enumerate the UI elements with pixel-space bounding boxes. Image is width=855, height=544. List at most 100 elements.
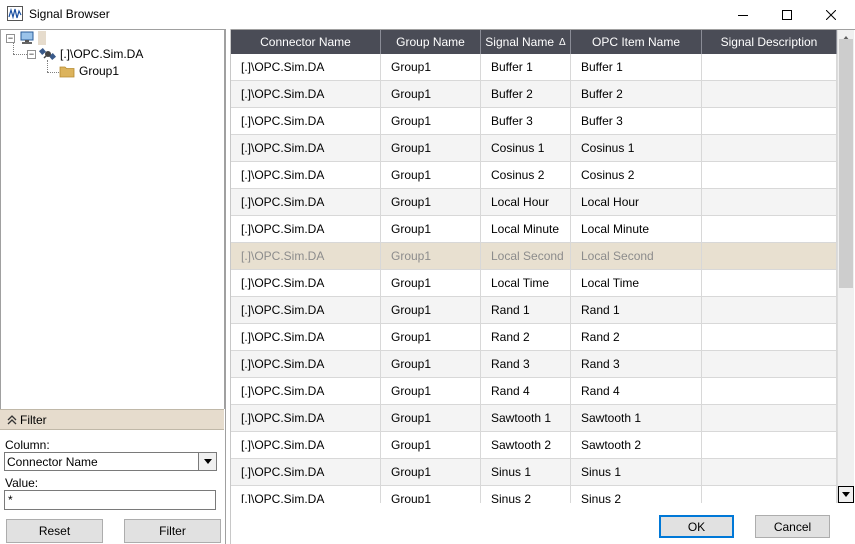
value-label: Value: [5,476,39,490]
table-row[interactable]: [.]\OPC.Sim.DA Group1 Buffer 1 Buffer 1 [231,54,837,81]
chevron-down-icon [203,459,212,464]
column-select-value: Connector Name [7,454,98,469]
table-cell: [.]\OPC.Sim.DA [231,432,381,459]
table-cell: Rand 1 [571,297,702,324]
table-cell: Local Second [571,243,702,270]
table-cell: Local Time [481,270,571,297]
table-cell: Rand 2 [571,324,702,351]
tree-collapse-connector[interactable]: − [27,50,36,59]
table-cell: Group1 [381,324,481,351]
table-cell: Cosinus 2 [481,162,571,189]
table-cell: [.]\OPC.Sim.DA [231,405,381,432]
column-header-opc-item-name[interactable]: OPC Item Name [571,30,702,54]
table-row[interactable]: [.]\OPC.Sim.DA Group1 Sawtooth 1 Sawtooth 1 [231,405,837,432]
table-cell: [.]\OPC.Sim.DA [231,459,381,486]
table-row[interactable]: [.]\OPC.Sim.DA Group1 Sinus 1 Sinus 1 [231,459,837,486]
column-header-signal-description[interactable]: Signal Description [702,30,837,54]
table-cell [702,270,837,297]
table-cell: Sinus 2 [571,486,702,503]
table-cell: Group1 [381,270,481,297]
reset-button[interactable]: Reset [6,519,103,543]
table-cell: [.]\OPC.Sim.DA [231,162,381,189]
filter-header-label: Filter [20,412,47,427]
table-cell: Sinus 2 [481,486,571,503]
table-cell [702,351,837,378]
table-cell: [.]\OPC.Sim.DA [231,81,381,108]
table-cell: [.]\OPC.Sim.DA [231,378,381,405]
vertical-scrollbar[interactable] [837,30,854,503]
tree-collapse-root[interactable]: − [6,34,15,43]
minimize-icon [738,14,748,16]
maximize-button[interactable] [764,0,810,29]
table-cell: Sawtooth 2 [481,432,571,459]
table-cell: Buffer 1 [481,54,571,81]
table-row[interactable]: [.]\OPC.Sim.DA Group1 Local Minute Local Mi… [231,216,837,243]
table-cell [702,135,837,162]
table-cell [702,297,837,324]
table-cell: Group1 [381,351,481,378]
filter-panel-header[interactable]: Filter [0,409,224,430]
table-row[interactable]: [.]\OPC.Sim.DA Group1 Sinus 2 Sinus 2 [231,486,837,503]
table-row[interactable]: [.]\OPC.Sim.DA Group1 Sawtooth 2 Sawtooth 2 [231,432,837,459]
signal-grid[interactable]: Connector Name Group Name Signal Name Δ … [231,29,855,503]
maximize-icon [782,9,792,20]
table-cell: Cosinus 1 [571,135,702,162]
table-row[interactable]: [.]\OPC.Sim.DA Group1 Buffer 2 Buffer 2 [231,81,837,108]
value-input[interactable]: * [4,490,216,510]
column-header-connector-name[interactable]: Connector Name [231,30,381,54]
table-row[interactable]: [.]\OPC.Sim.DA Group1 Rand 4 Rand 4 [231,378,837,405]
table-cell: Rand 2 [481,324,571,351]
table-row[interactable]: [.]\OPC.Sim.DA Group1 Cosinus 1 Cosinus 1 [231,135,837,162]
table-cell: Group1 [381,297,481,324]
close-button[interactable] [808,0,854,29]
tree-item-connector[interactable]: [.]\OPC.Sim.DA [60,46,143,62]
column-select[interactable]: Connector Name [4,452,217,471]
table-row[interactable]: [.]\OPC.Sim.DA Group1 Rand 2 Rand 2 [231,324,837,351]
table-cell [702,108,837,135]
scrollbar-thumb[interactable] [839,39,853,288]
table-cell: Rand 4 [481,378,571,405]
selection-highlight [38,31,46,45]
table-row[interactable]: [.]\OPC.Sim.DA Group1 Local Hour Local Hour [231,189,837,216]
table-cell: Group1 [381,189,481,216]
cancel-button[interactable]: Cancel [755,515,830,538]
column-header-signal-name[interactable]: Signal Name Δ [481,30,571,54]
table-cell: Sawtooth 1 [481,405,571,432]
ok-button[interactable]: OK [659,515,734,538]
table-cell: Buffer 1 [571,54,702,81]
satellite-icon [39,47,57,61]
scroll-down-button[interactable] [838,486,854,503]
table-cell [702,459,837,486]
table-cell: [.]\OPC.Sim.DA [231,54,381,81]
table-row[interactable]: [.]\OPC.Sim.DA Group1 Rand 1 Rand 1 [231,297,837,324]
title-bar: Signal Browser [0,0,855,29]
table-cell: Sinus 1 [571,459,702,486]
table-cell [702,378,837,405]
filter-button[interactable]: Filter [124,519,221,543]
tree-view[interactable]: − − [.]\OPC.Sim.DA Group1 [0,29,225,409]
chevron-down-icon [842,492,850,497]
table-row[interactable]: [.]\OPC.Sim.DA Group1 Cosinus 2 Cosinus 2 [231,162,837,189]
minimize-button[interactable] [720,0,766,29]
close-icon [826,9,836,20]
table-row[interactable]: [.]\OPC.Sim.DA Group1 Buffer 3 Buffer 3 [231,108,837,135]
table-cell [702,54,837,81]
tree-item-group[interactable]: Group1 [79,63,119,79]
table-cell [702,216,837,243]
dropdown-button[interactable] [198,453,216,470]
table-row[interactable]: [.]\OPC.Sim.DA Group1 Rand 3 Rand 3 [231,351,837,378]
table-cell: Group1 [381,378,481,405]
table-cell: Group1 [381,54,481,81]
table-cell: [.]\OPC.Sim.DA [231,486,381,503]
table-cell: Group1 [381,432,481,459]
window-title: Signal Browser [29,7,110,21]
table-cell: [.]\OPC.Sim.DA [231,351,381,378]
table-cell: Local Minute [571,216,702,243]
table-cell: Cosinus 2 [571,162,702,189]
table-row[interactable]: [.]\OPC.Sim.DA Group1 Local Time Local Time [231,270,837,297]
table-cell: Rand 4 [571,378,702,405]
column-header-group-name[interactable]: Group Name [381,30,481,54]
table-cell: [.]\OPC.Sim.DA [231,216,381,243]
table-row[interactable]: [.]\OPC.Sim.DA Group1 Local Second Local Se… [231,243,837,270]
grid-header: Connector Name Group Name Signal Name Δ … [231,30,837,54]
